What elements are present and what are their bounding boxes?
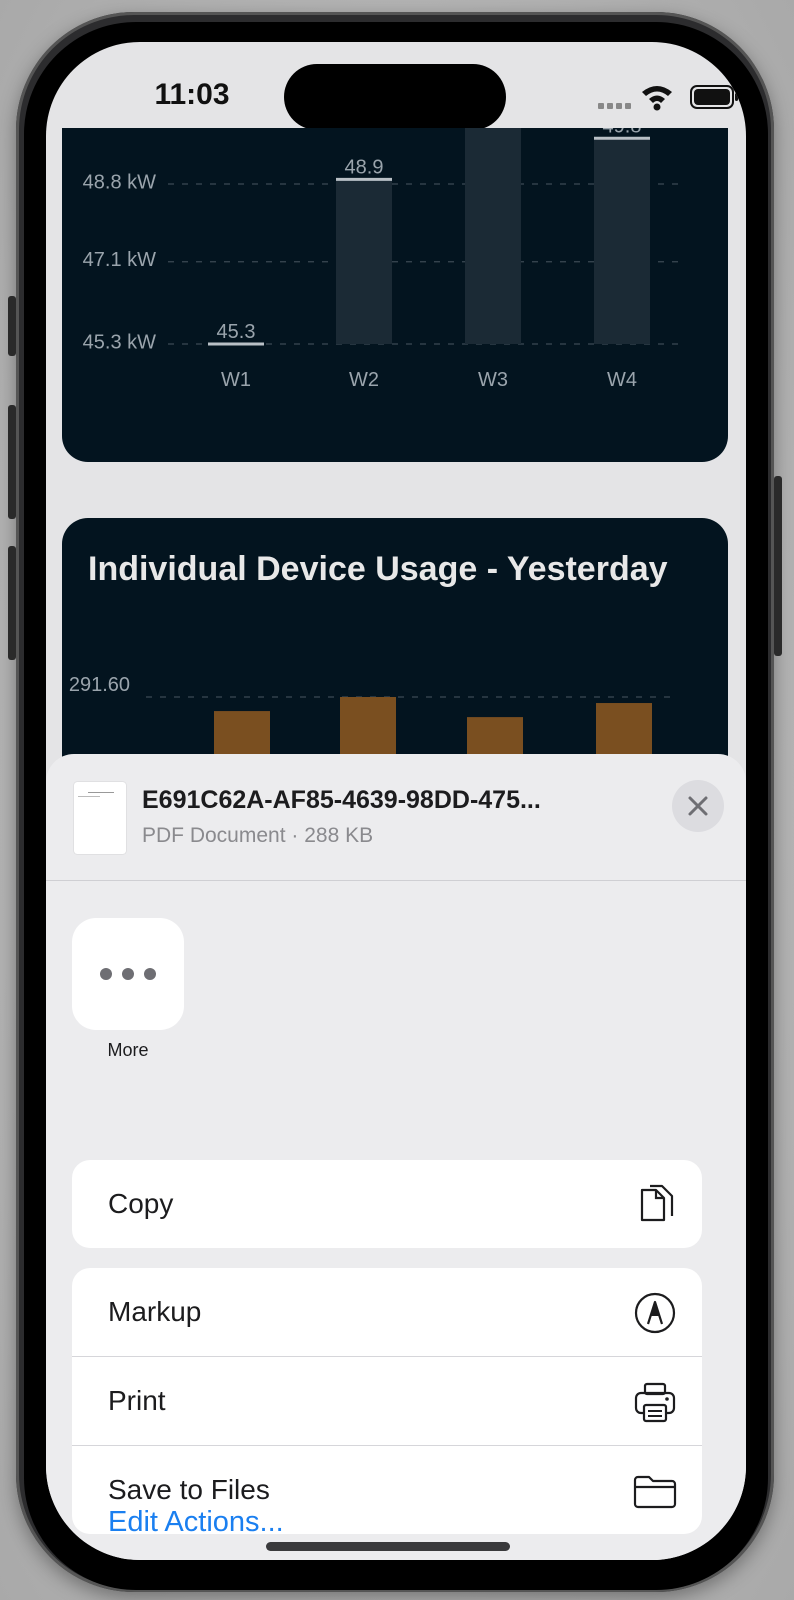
volume-down-button <box>8 546 16 660</box>
copy-icon <box>640 1184 674 1222</box>
dynamic-island <box>284 64 506 130</box>
action-label: Copy <box>108 1188 174 1219</box>
close-button[interactable] <box>672 780 724 832</box>
close-icon <box>688 796 708 816</box>
x-tick-label: W4 <box>607 369 637 391</box>
actions-group-1: Copy <box>72 1160 702 1248</box>
weekly-bar-chart: 48.8 kW 47.1 kW 45.3 kW 45.3 W1 48.9 W2 W3 49.8 W… <box>83 115 678 391</box>
bar <box>594 138 650 344</box>
printer-icon <box>634 1382 676 1423</box>
bar-value-label: 45.3 <box>217 321 256 343</box>
file-meta: PDF Document · 288 KB <box>142 824 374 847</box>
action-label: Print <box>108 1385 166 1416</box>
weekly-chart-card: 48.8 kW 47.1 kW 45.3 kW 45.3 W1 48.9 W2 W3 49.8 W… <box>62 115 728 462</box>
y-tick-label: 47.1 kW <box>83 249 156 271</box>
markup-icon <box>634 1292 676 1334</box>
x-tick-label: W3 <box>478 369 508 391</box>
more-dot <box>100 968 112 980</box>
bar-value-label: 49.8 <box>603 128 642 137</box>
status-time: 11:03 <box>154 78 230 111</box>
share-sheet: E691C62A-AF85-4639-98DD-475... PDF Docum… <box>46 754 746 1560</box>
share-sheet-header: E691C62A-AF85-4639-98DD-475... PDF Docum… <box>46 754 746 881</box>
bar <box>336 179 392 344</box>
actions-group-2: Markup Print Save to Files <box>72 1268 702 1534</box>
more-dot <box>122 968 134 980</box>
action-print[interactable]: Print <box>72 1357 702 1446</box>
x-tick-label: W1 <box>221 369 251 391</box>
screen: 11:03 48.8 kW 47.1 kW 45.3 kW 45.3 W1 48.9 W2 W… <box>46 42 746 1560</box>
file-name: E691C62A-AF85-4639-98DD-475... <box>142 786 541 814</box>
action-label: Markup <box>108 1296 202 1327</box>
action-markup[interactable]: Markup <box>72 1268 702 1357</box>
more-label: More <box>107 1040 149 1060</box>
more-dot <box>144 968 156 980</box>
y-tick-label: 45.3 kW <box>83 331 156 353</box>
x-tick-label: W2 <box>349 369 379 391</box>
action-button <box>8 296 16 356</box>
volume-up-button <box>8 405 16 519</box>
edit-actions-link[interactable]: Edit Actions... <box>108 1506 284 1539</box>
y-tick-label: 291.60 <box>69 674 130 696</box>
bar-value-label: 48.9 <box>345 156 384 178</box>
signal-icon <box>598 96 634 114</box>
document-thumbnail <box>74 782 126 854</box>
battery-icon <box>690 85 738 109</box>
action-copy[interactable]: Copy <box>72 1160 702 1248</box>
more-button[interactable] <box>72 918 184 1030</box>
wifi-icon <box>642 86 672 111</box>
y-tick-label: 48.8 kW <box>83 171 156 193</box>
home-indicator[interactable] <box>266 1542 510 1551</box>
folder-icon <box>633 1475 677 1509</box>
bar <box>465 118 521 344</box>
power-button <box>774 476 782 656</box>
